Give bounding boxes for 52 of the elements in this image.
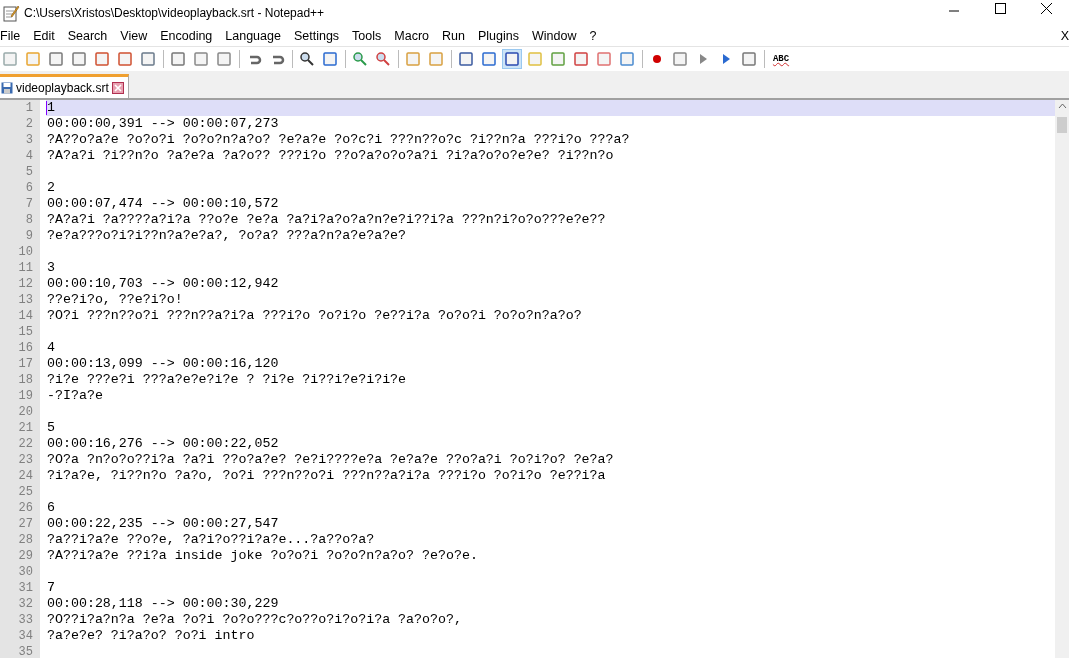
find-icon <box>299 51 315 67</box>
menu-item[interactable]: Encoding <box>160 28 219 43</box>
code-line: ?i?e ???e?i ???a?e?e?i?e ? ?i?e ?i??i?e?i?i?e <box>47 372 407 388</box>
menu-item[interactable]: Macro <box>394 28 436 43</box>
code-line: 4 <box>47 340 55 356</box>
code-line: ?a?e?e? ?i?a?o? ?o?i intro <box>47 628 255 644</box>
code-line: 2 <box>47 180 55 196</box>
code-line: ?A?a?i ?i??n?o ?a?e?a ?a?o?? ???i?o ??o?a?o?o?a?i ?i?a?o?o?e?e? ?i??n?o <box>47 148 614 164</box>
zoom-in-icon <box>352 51 368 67</box>
menu-item[interactable]: Language <box>225 28 287 43</box>
code-line: 6 <box>47 500 55 516</box>
code-line: -?I?a?e <box>47 388 103 404</box>
menu-item[interactable]: Window <box>531 28 583 43</box>
window-title: C:\Users\Xristos\Desktop\videoplayback.srt - Notepad++ <box>24 5 326 20</box>
close-tab-icon[interactable] <box>111 81 124 94</box>
text-cursor <box>46 101 47 115</box>
code-line: 5 <box>47 420 55 436</box>
code-line: ?A?a?i ?a????a?i?a ??o?e ?e?a ?a?i?a?o?a?n?e?i??i?a ???n?i?o?o???e?e?? <box>47 212 606 228</box>
menu-item[interactable]: ? <box>589 28 603 43</box>
code-line: 00:00:16,276 --> 00:00:22,052 <box>47 436 279 452</box>
code-line: 00:00:13,099 --> 00:00:16,120 <box>47 356 279 372</box>
code-line: ?O??i?a?n?a ?e?a ?o?i ?o?o???c?o??o?i?o?i?a ?a?o?o?, <box>47 612 462 628</box>
close-document-button[interactable]: X <box>1060 28 1069 43</box>
menu-item[interactable]: Edit <box>33 28 61 43</box>
menu-item[interactable]: Search <box>67 28 114 43</box>
code-line: 00:00:10,703 --> 00:00:12,942 <box>47 276 279 292</box>
menu-item[interactable]: View <box>120 28 154 43</box>
code-line: ?A??i?a?e ??i?a inside joke ?o?o?i ?o?o?n?a?o? ?e?o?e. <box>47 548 478 564</box>
code-line: 1 <box>47 100 55 116</box>
menu-item[interactable]: File <box>0 28 27 43</box>
code-line: 00:00:07,474 --> 00:00:10,572 <box>47 196 279 212</box>
code-line: 7 <box>47 580 55 596</box>
code-line: ?O?a ?n?o?o??i?a ?a?i ??o?a?e? ?e?i????e?a ?e?a?e ??o?a?i ?o?i?o? ?e?a? <box>47 452 614 468</box>
menu-item[interactable]: Tools <box>352 28 388 43</box>
code-line: 00:00:22,235 --> 00:00:27,547 <box>47 516 279 532</box>
code-line: 00:00:00,391 --> 00:00:07,273 <box>47 116 279 132</box>
code-line: 3 <box>47 260 55 276</box>
menu-item[interactable]: Settings <box>293 28 346 43</box>
spellcheck-button[interactable]: ABC <box>769 49 793 69</box>
code-line: ?e?a???o?i?i??n?a?e?a?, ?o?a? ???a?n?a?e?a?e? <box>47 228 407 244</box>
menu-item[interactable]: Plugins <box>477 28 525 43</box>
code-line: ?A??o?a?e ?o?o?i ?o?o?n?a?o? ?e?a?e ?o?c?i ???n??o?c ?i??n?a ???i?o ???a? <box>47 132 630 148</box>
code-line: ?i?a?e, ?i??n?o ?a?o, ?o?i ???n??o?i ???n??a?i?a ???i?o ?o?i?o ?e??i?a <box>47 468 606 484</box>
code-line: ?O?i ???n??o?i ???n??a?i?a ???i?o ?o?i?o ?e??i?a ?o?o?i ?o?o?n?a?o? <box>47 308 582 324</box>
zoom-out-icon <box>375 51 391 67</box>
code-line: 00:00:28,118 --> 00:00:30,229 <box>47 596 279 612</box>
scrollbar-thumb[interactable] <box>1057 117 1067 133</box>
code-line: ??e?i?o, ??e?i?o! <box>47 292 183 308</box>
menu-item[interactable]: Run <box>442 28 471 43</box>
vertical-scrollbar[interactable] <box>1055 100 1069 658</box>
code-line: ?a??i?a?e ??o?e, ?a?i?o??i?a?e...?a??o?a? <box>47 532 375 548</box>
document-tab[interactable]: videoplayback.srt <box>0 74 129 98</box>
